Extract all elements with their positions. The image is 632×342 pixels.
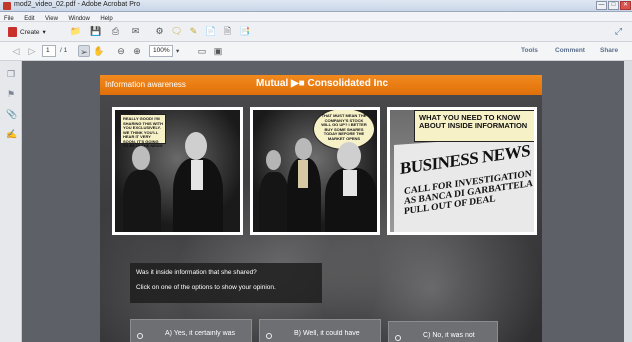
expand-icon[interactable]: ⤢ [613,26,624,37]
fit-page-icon[interactable]: ▭ [196,45,208,57]
window-titlebar: mod2_video_02.pdf - Adobe Acrobat Pro — … [0,0,632,12]
question-box: Was it inside information that she share… [130,263,322,303]
acrobat-app-icon [3,2,11,10]
window-title: mod2_video_02.pdf - Adobe Acrobat Pro [14,1,141,8]
banner-left-text: Information awareness [105,80,186,89]
minimize-button[interactable]: — [596,1,607,10]
vertical-scrollbar[interactable] [624,61,632,342]
radio-icon [395,335,401,341]
comic-panel-3: WHAT YOU NEED TO KNOW ABOUT INSIDE INFOR… [387,107,537,235]
pdf-create-icon [8,27,17,37]
print-icon[interactable]: ⎙ [110,26,121,37]
fit-width-icon[interactable]: ▣ [212,45,224,57]
question-text: Was it inside information that she share… [136,269,257,276]
caption-headline: WHAT YOU NEED TO KNOW ABOUT INSIDE INFOR… [414,110,534,142]
main-toolbar: Create ▾ 📁 💾 ⎙ ✉ ⚙ 🗨 ✎ 📄 🗎 📑 ⤢ [0,22,632,42]
zoom-dropdown-icon[interactable]: ▾ [176,47,179,55]
attachments-icon[interactable]: 📎 [6,109,17,119]
background-woman-head [266,150,281,170]
create-label: Create [20,28,40,36]
navigation-toolbar: ◁ ▷ 1 / 1 ➢ ✋ ⊖ ⊕ 100% ▾ ▭ ▣ Tools Comme… [0,42,632,61]
man-shirt [191,160,203,190]
stamp-icon[interactable]: ✎ [188,26,199,37]
option-a-button[interactable]: A) Yes, it certainly was [130,319,252,342]
pdf-page: Information awareness Mutual ▶■ Consolid… [100,75,542,342]
signatures-icon[interactable]: ✍ [6,129,17,139]
zoom-out-icon[interactable]: ⊖ [115,45,127,57]
woman-head [132,146,150,170]
create-button[interactable]: Create ▾ [8,26,46,38]
save-icon[interactable]: 💾 [90,26,101,37]
woman-figure [123,170,161,232]
comic-panel-1: Really good! I'm sharing this with you e… [112,107,243,235]
foreground-man-shirt [343,170,357,196]
instruction-text: Click on one of the options to show your… [136,284,276,291]
company-logo-text: Mutual ▶■ Consolidated Inc [256,78,389,89]
document-area: Information awareness Mutual ▶■ Consolid… [22,61,632,342]
chevron-down-icon: ▾ [42,29,46,36]
hand-tool-icon[interactable]: ✋ [93,45,105,57]
zoom-input[interactable]: 100% [149,45,173,57]
option-c-label: C) No, it was not [423,332,475,339]
speech-bubble-1: Really good! I'm sharing this with you e… [120,114,166,148]
option-b-label: B) Well, it could have [294,330,360,337]
radio-icon [266,333,272,339]
select-tool-icon[interactable]: ➢ [78,45,90,57]
maximize-button[interactable]: □ [608,1,619,10]
share-link[interactable]: Share [600,47,618,54]
gear-icon[interactable]: ⚙ [154,26,165,37]
folder-icon[interactable]: 📁 [70,26,81,37]
page-banner: Information awareness Mutual ▶■ Consolid… [100,75,542,95]
comment-link[interactable]: Comment [555,47,585,54]
share-doc-icon[interactable]: 📑 [239,26,250,37]
previous-page-icon[interactable]: ◁ [10,45,22,57]
background-man-head [295,138,312,160]
page-total: / 1 [60,47,68,54]
background-woman-figure [259,172,289,232]
radio-icon [137,333,143,339]
option-a-label: A) Yes, it certainly was [165,330,236,337]
comment-icon[interactable]: 🗨 [171,26,182,37]
option-c-button[interactable]: C) No, it was not [388,321,498,342]
background-man-shirt [298,160,308,188]
menu-bar: File Edit View Window Help [0,12,632,22]
export-icon[interactable]: 🗎 [222,26,233,37]
zoom-in-icon[interactable]: ⊕ [131,45,143,57]
foreground-man-head [337,142,361,170]
email-icon[interactable]: ✉ [130,26,141,37]
tools-link[interactable]: Tools [521,47,538,54]
next-page-icon[interactable]: ▷ [26,45,38,57]
option-b-button[interactable]: B) Well, it could have [259,319,381,342]
close-button[interactable]: ✕ [620,1,631,10]
comic-panel-2: That must mean the company's stock will … [250,107,380,235]
page-thumbnails-icon[interactable]: ❐ [6,69,16,79]
document-icon[interactable]: 📄 [205,26,216,37]
left-navigation-panel: ❐ ⚑ 📎 ✍ [0,61,22,342]
bookmarks-icon[interactable]: ⚑ [6,89,16,99]
man-head [185,132,207,160]
page-number-input[interactable]: 1 [42,45,56,57]
